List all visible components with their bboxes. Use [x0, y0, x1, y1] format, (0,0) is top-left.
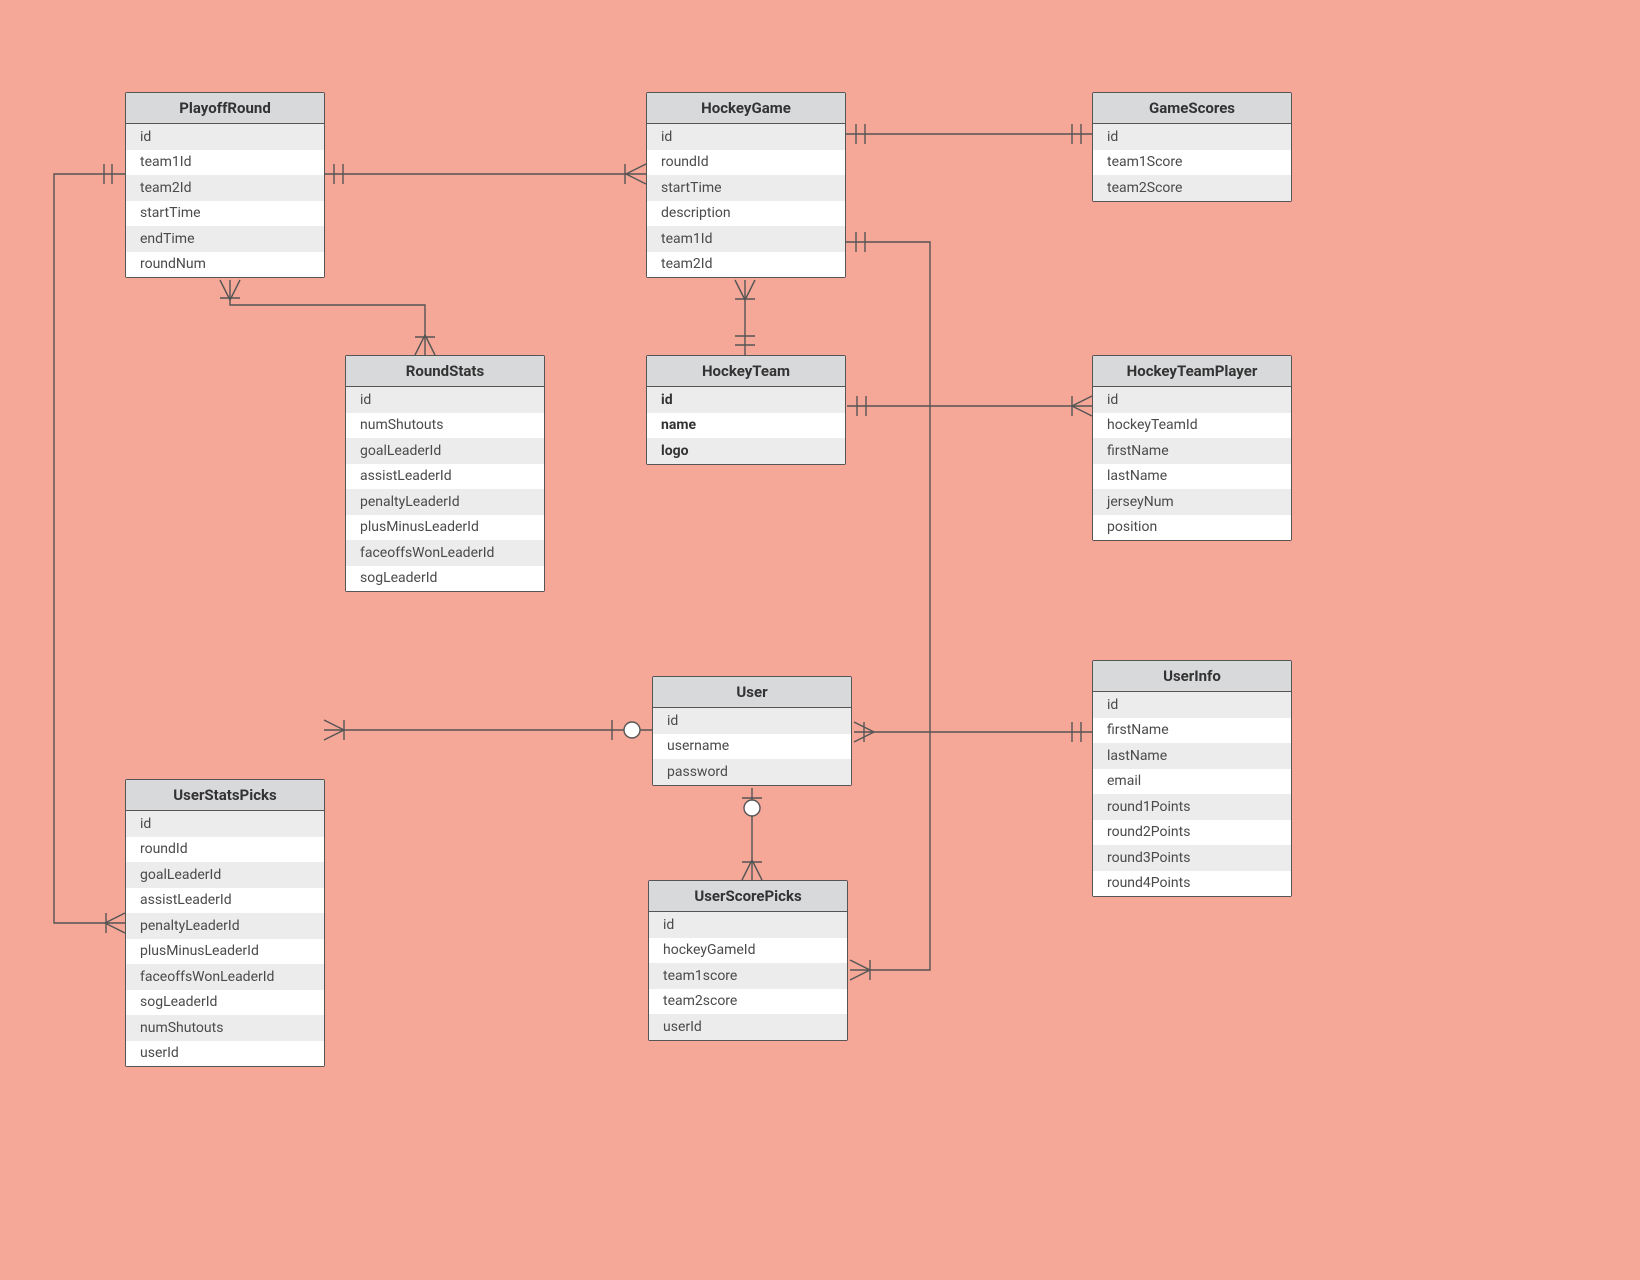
- field: userId: [126, 1041, 324, 1067]
- field: round2Points: [1093, 820, 1291, 846]
- field: id: [647, 387, 845, 413]
- field: endTime: [126, 226, 324, 252]
- entity-user-score-picks: UserScorePicks id hockeyGameId team1scor…: [648, 880, 848, 1041]
- field: id: [126, 124, 324, 150]
- entity-title: GameScores: [1093, 93, 1291, 124]
- field: round3Points: [1093, 845, 1291, 871]
- field: password: [653, 759, 851, 785]
- field: faceoffsWonLeaderId: [126, 964, 324, 990]
- field: startTime: [126, 201, 324, 227]
- field: name: [647, 413, 845, 439]
- field: id: [346, 387, 544, 413]
- entity-round-stats: RoundStats id numShutouts goalLeaderId a…: [345, 355, 545, 592]
- field: roundId: [126, 837, 324, 863]
- field: firstName: [1093, 438, 1291, 464]
- field: team2Id: [647, 252, 845, 278]
- entity-title: UserScorePicks: [649, 881, 847, 912]
- entity-hockey-game: HockeyGame id roundId startTime descript…: [646, 92, 846, 278]
- entity-title: RoundStats: [346, 356, 544, 387]
- field: roundId: [647, 150, 845, 176]
- field: position: [1093, 515, 1291, 541]
- field: id: [649, 912, 847, 938]
- field: lastName: [1093, 464, 1291, 490]
- field: username: [653, 734, 851, 760]
- field: description: [647, 201, 845, 227]
- field: id: [653, 708, 851, 734]
- entity-title: UserInfo: [1093, 661, 1291, 692]
- field: assistLeaderId: [126, 888, 324, 914]
- field: jerseyNum: [1093, 489, 1291, 515]
- field: plusMinusLeaderId: [346, 515, 544, 541]
- field: plusMinusLeaderId: [126, 939, 324, 965]
- field: hockeyGameId: [649, 938, 847, 964]
- entity-game-scores: GameScores id team1Score team2Score: [1092, 92, 1292, 202]
- entity-title: PlayoffRound: [126, 93, 324, 124]
- field: lastName: [1093, 743, 1291, 769]
- field: id: [1093, 692, 1291, 718]
- field: penaltyLeaderId: [346, 489, 544, 515]
- field: email: [1093, 769, 1291, 795]
- entity-playoff-round: PlayoffRound id team1Id team2Id startTim…: [125, 92, 325, 278]
- field: firstName: [1093, 718, 1291, 744]
- entity-user-info: UserInfo id firstName lastName email rou…: [1092, 660, 1292, 897]
- field: team1Score: [1093, 150, 1291, 176]
- entity-user: User id username password: [652, 676, 852, 786]
- field: assistLeaderId: [346, 464, 544, 490]
- field: team2Score: [1093, 175, 1291, 201]
- field: team1score: [649, 963, 847, 989]
- entity-title: User: [653, 677, 851, 708]
- field: goalLeaderId: [126, 862, 324, 888]
- field: sogLeaderId: [346, 566, 544, 592]
- entity-title: HockeyTeam: [647, 356, 845, 387]
- field: faceoffsWonLeaderId: [346, 540, 544, 566]
- field: userId: [649, 1014, 847, 1040]
- field: goalLeaderId: [346, 438, 544, 464]
- field: id: [1093, 124, 1291, 150]
- field: team1Id: [126, 150, 324, 176]
- field: roundNum: [126, 252, 324, 278]
- field: logo: [647, 438, 845, 464]
- entity-title: HockeyGame: [647, 93, 845, 124]
- field: round4Points: [1093, 871, 1291, 897]
- field: startTime: [647, 175, 845, 201]
- field: sogLeaderId: [126, 990, 324, 1016]
- field: penaltyLeaderId: [126, 913, 324, 939]
- field: team2Id: [126, 175, 324, 201]
- entity-user-stats-picks: UserStatsPicks id roundId goalLeaderId a…: [125, 779, 325, 1067]
- er-diagram-canvas: PlayoffRound id team1Id team2Id startTim…: [0, 0, 1640, 1280]
- entity-title: UserStatsPicks: [126, 780, 324, 811]
- field: team1Id: [647, 226, 845, 252]
- field: round1Points: [1093, 794, 1291, 820]
- field: team2score: [649, 989, 847, 1015]
- field: id: [1093, 387, 1291, 413]
- field: id: [126, 811, 324, 837]
- entity-title: HockeyTeamPlayer: [1093, 356, 1291, 387]
- field: id: [647, 124, 845, 150]
- entity-hockey-team-player: HockeyTeamPlayer id hockeyTeamId firstNa…: [1092, 355, 1292, 541]
- entity-hockey-team: HockeyTeam id name logo: [646, 355, 846, 465]
- field: hockeyTeamId: [1093, 413, 1291, 439]
- field: numShutouts: [126, 1015, 324, 1041]
- field: numShutouts: [346, 413, 544, 439]
